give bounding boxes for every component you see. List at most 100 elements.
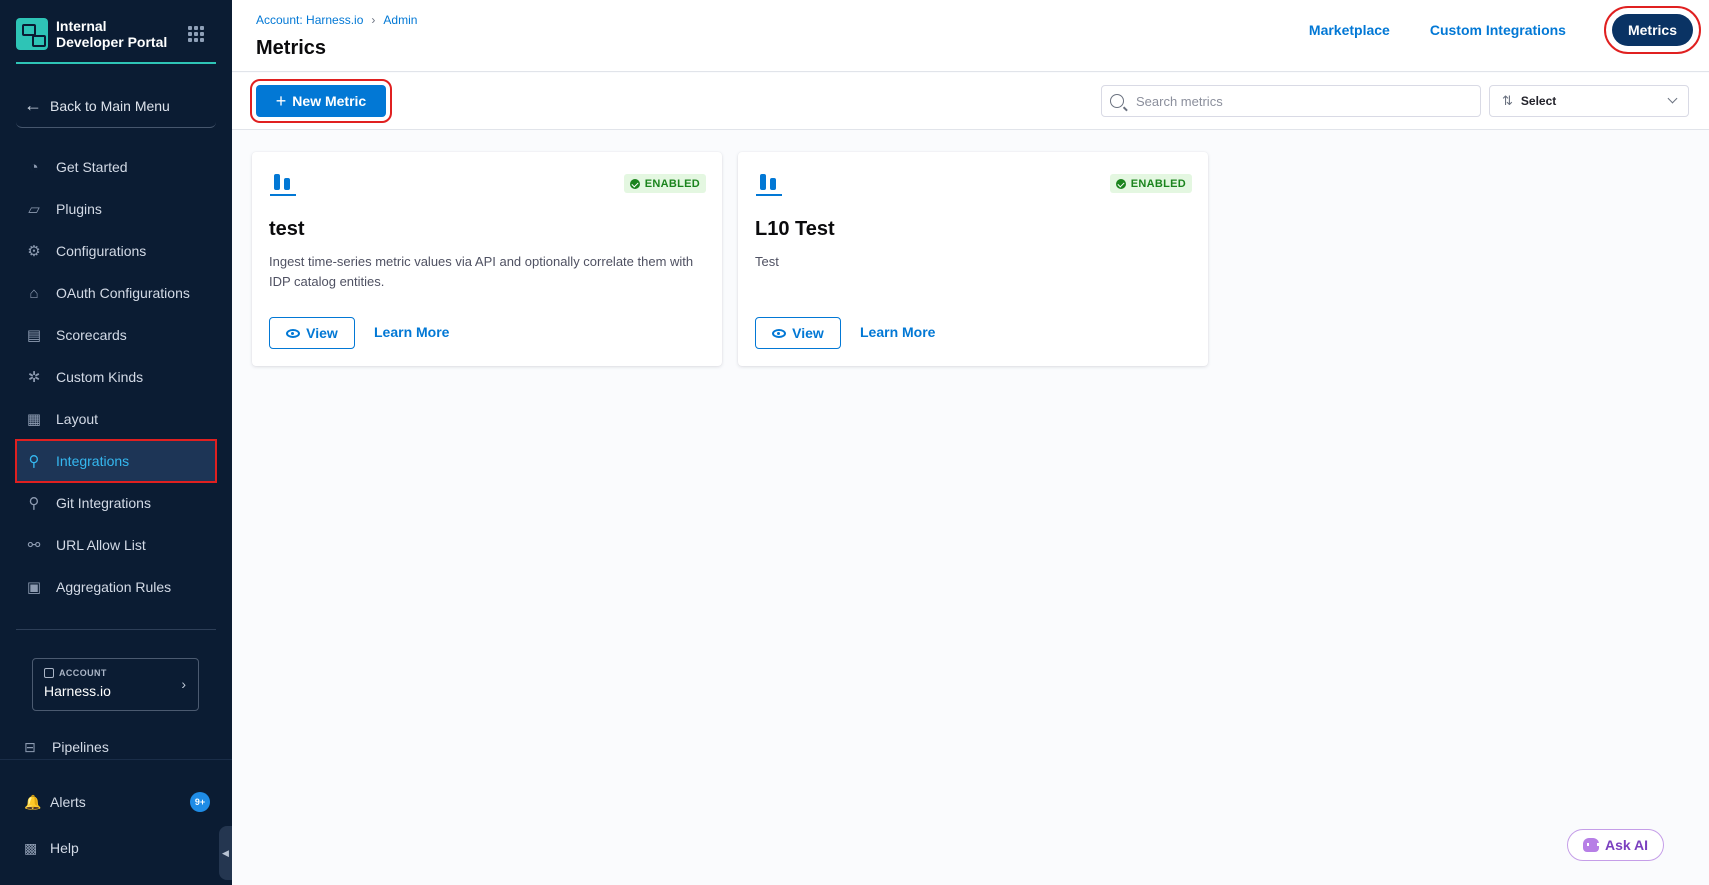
page-header: Account: Harness.io › Admin Metrics Mark… — [232, 0, 1709, 72]
sidebar-item-label: Configurations — [56, 243, 147, 259]
chevron-right-icon: › — [181, 676, 186, 692]
sidebar-item-label: Aggregation Rules — [56, 579, 172, 595]
brand-underline — [16, 62, 216, 64]
breadcrumb-account[interactable]: Account: Harness.io — [256, 13, 363, 27]
sidebar-item-label: OAuth Configurations — [56, 285, 190, 301]
collapse-sidebar-toggle[interactable]: ◀ — [219, 826, 232, 880]
sidebar-item-configurations[interactable]: ⚙ Configurations — [16, 230, 216, 272]
status-badge: ENABLED — [1109, 174, 1192, 193]
link-icon: ⚯ — [27, 537, 41, 554]
get-started-icon: ◔ — [29, 158, 39, 176]
ai-bot-icon — [1582, 838, 1599, 852]
account-icon — [44, 668, 54, 678]
sidebar-item-custom-kinds[interactable]: ✲ Custom Kinds — [16, 356, 216, 398]
alerts-label: Alerts — [50, 794, 86, 810]
aggregation-icon: ▣ — [26, 579, 42, 596]
lock-icon: ⌂ — [29, 284, 39, 302]
card-title: test — [269, 218, 305, 240]
sidebar-item-label: Plugins — [56, 201, 102, 217]
sidebar-divider — [16, 629, 216, 630]
search-box — [1101, 85, 1481, 117]
account-name: Harness.io — [44, 683, 111, 699]
idp-logo-icon — [16, 18, 48, 50]
help-label: Help — [50, 840, 79, 856]
settings-icon: ✲ — [27, 369, 41, 386]
view-button[interactable]: View — [269, 317, 355, 349]
metric-card: ENABLED test Ingest time-series metric v… — [252, 152, 722, 366]
sidebar-item-layout[interactable]: ▦ Layout — [16, 398, 216, 440]
card-title: L10 Test — [755, 218, 835, 240]
check-circle-icon — [629, 178, 640, 189]
chevron-down-icon — [1667, 93, 1678, 104]
ask-ai-label: Ask AI — [1604, 837, 1649, 853]
arrow-left-icon: ← — [24, 95, 42, 115]
page-title: Metrics — [256, 37, 327, 59]
account-label: ACCOUNT — [44, 668, 187, 678]
sort-select-label: Select — [1520, 94, 1557, 108]
tab-custom-integrations[interactable]: Custom Integrations — [1430, 14, 1566, 46]
sidebar-item-url-allow-list[interactable]: ⚯ URL Allow List — [16, 524, 216, 566]
learn-more-link[interactable]: Learn More — [860, 324, 935, 340]
alerts-badge: 9+ — [190, 792, 210, 812]
search-icon — [1110, 94, 1124, 108]
card-description: Ingest time-series metric values via API… — [269, 254, 694, 289]
back-to-main-menu-button[interactable]: ← Back to Main Menu — [16, 84, 216, 128]
sidebar-item-label: Git Integrations — [56, 495, 151, 511]
sidebar-item-scorecards[interactable]: ▤ Scorecards — [16, 314, 216, 356]
card-description: Test — [755, 254, 779, 269]
sidebar-item-oauth-configurations[interactable]: ⌂ OAuth Configurations — [16, 272, 216, 314]
tab-metrics[interactable]: Metrics — [1603, 6, 1702, 54]
sidebar-item-get-started[interactable]: ◔ Get Started — [16, 146, 216, 188]
help-button[interactable]: ▩ Help — [24, 836, 79, 860]
breadcrumb-admin[interactable]: Admin — [383, 13, 417, 27]
sort-select[interactable]: ⇅ Select — [1489, 85, 1689, 117]
tab-marketplace[interactable]: Marketplace — [1309, 14, 1390, 46]
sidebar-nav: ◔ Get Started ▱ Plugins ⚙ Configurations… — [15, 146, 217, 608]
account-switcher[interactable]: ACCOUNT Harness.io › — [32, 658, 199, 711]
ask-ai-button[interactable]: Ask AI — [1567, 829, 1664, 861]
metric-chart-icon — [756, 172, 782, 198]
back-label: Back to Main Menu — [50, 97, 170, 114]
sidebar-item-label: URL Allow List — [56, 537, 146, 553]
bell-icon: 🔔 — [24, 793, 42, 810]
sidebar-item-git-integrations[interactable]: ⚲ Git Integrations — [16, 482, 216, 524]
sidebar-item-label: Layout — [56, 411, 99, 427]
sidebar-item-pipelines[interactable]: ⊟ Pipelines — [24, 734, 109, 760]
new-metric-button[interactable]: + New Metric — [250, 79, 392, 123]
bottom-separator — [0, 759, 232, 760]
pipelines-icon: ⊟ — [24, 738, 36, 755]
app-grid-icon[interactable] — [188, 26, 204, 42]
view-button[interactable]: View — [755, 317, 841, 349]
sidebar-item-integrations[interactable]: ⚲ Integrations — [15, 439, 217, 483]
tab-bar: Marketplace Custom Integrations Metrics — [1269, 6, 1702, 54]
sidebar-item-plugins[interactable]: ▱ Plugins — [16, 188, 216, 230]
brand-title: Internal Developer Portal — [56, 18, 168, 50]
scorecard-icon: ▤ — [26, 327, 42, 344]
eye-icon — [772, 328, 787, 338]
brand[interactable]: Internal Developer Portal — [16, 18, 216, 64]
layout-icon: ▦ — [26, 411, 42, 428]
chevron-right-icon: › — [371, 13, 376, 27]
plus-icon: + — [275, 90, 287, 111]
metric-card: ENABLED L10 Test Test View Learn More — [738, 152, 1208, 366]
view-label: View — [792, 325, 824, 341]
plugins-icon: ▱ — [28, 201, 40, 218]
sidebar-item-label: Pipelines — [52, 739, 109, 755]
sidebar: Internal Developer Portal ← Back to Main… — [0, 0, 232, 885]
eye-icon — [286, 328, 301, 338]
search-input[interactable] — [1136, 93, 1456, 109]
sidebar-item-label: Get Started — [56, 159, 128, 175]
sidebar-item-aggregation-rules[interactable]: ▣ Aggregation Rules — [16, 566, 216, 608]
gear-icon: ⚙ — [27, 243, 41, 260]
sidebar-item-label: Scorecards — [56, 327, 127, 343]
breadcrumb: Account: Harness.io › Admin — [256, 13, 417, 27]
status-badge: ENABLED — [623, 174, 706, 193]
status-text: ENABLED — [1130, 177, 1186, 190]
status-text: ENABLED — [644, 177, 700, 190]
git-icon: ⚲ — [28, 495, 40, 512]
alerts-button[interactable]: 🔔 Alerts 9+ — [24, 790, 210, 814]
learn-more-link[interactable]: Learn More — [374, 324, 449, 340]
toolbar: + New Metric ⇅ Select — [232, 73, 1709, 130]
help-icon: ▩ — [24, 839, 38, 856]
check-circle-icon — [1115, 178, 1126, 189]
